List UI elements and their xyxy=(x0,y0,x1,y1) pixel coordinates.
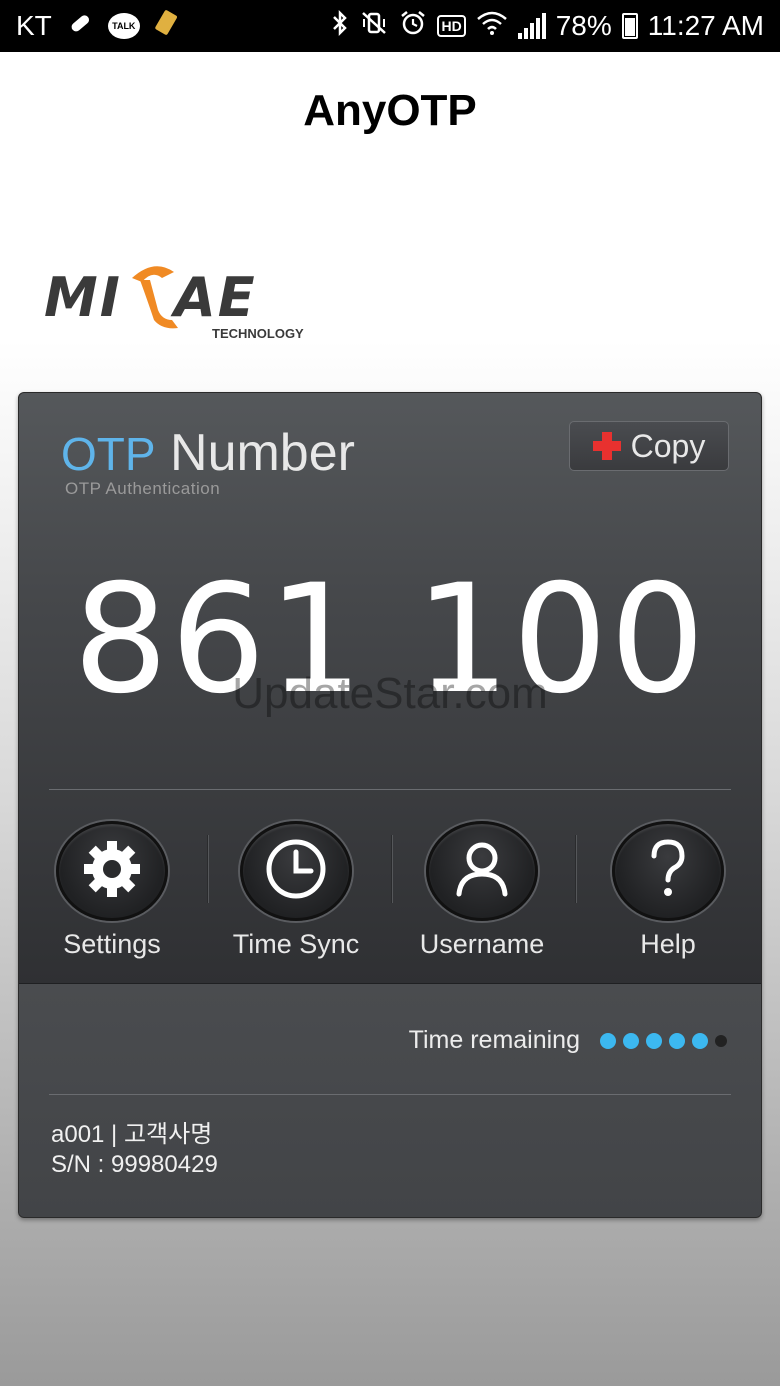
timer-dot-active xyxy=(646,1032,662,1049)
action-bar: Settings Time Sync Username Help xyxy=(19,821,761,971)
plus-icon xyxy=(592,432,621,460)
account-serial: S/N : 99980429 xyxy=(51,1151,218,1178)
time-remaining: Time remaining xyxy=(409,1026,727,1055)
wifi-icon xyxy=(476,9,508,44)
status-bar: KT TALK HD 78% 11:27 AM xyxy=(0,0,780,52)
battery-percent: 78% xyxy=(555,10,612,41)
time-remaining-dots xyxy=(600,1032,727,1049)
mirae-logo: MI AE TECHNOLOGY xyxy=(44,258,304,344)
vibrate-mute-icon xyxy=(359,9,389,44)
timer-dot-active xyxy=(692,1032,708,1049)
help-circle[interactable] xyxy=(612,821,724,921)
username-label: Username xyxy=(419,929,545,959)
settings-circle[interactable] xyxy=(56,821,168,921)
clock-time: 11:27 AM xyxy=(647,10,764,41)
divider xyxy=(49,1094,731,1095)
svg-text:TECHNOLOGY: TECHNOLOGY xyxy=(212,326,304,341)
otp-panel: OTP Number OTP Authentication Copy 861 1… xyxy=(18,392,762,1218)
otp-panel-top: OTP Number OTP Authentication Copy 861 1… xyxy=(19,393,761,983)
time-sync-label: Time Sync xyxy=(232,929,360,959)
settings-button[interactable]: Settings xyxy=(19,821,205,960)
otp-title-main: Number xyxy=(170,424,355,482)
svg-text:MI: MI xyxy=(44,266,122,329)
timer-dot-active xyxy=(669,1032,685,1049)
svg-text:AE: AE xyxy=(170,266,257,329)
gear-icon xyxy=(80,837,144,906)
app-title: AnyOTP xyxy=(303,86,477,135)
username-circle[interactable] xyxy=(426,821,538,921)
time-remaining-label: Time remaining xyxy=(408,1026,580,1054)
timer-dot-inactive xyxy=(715,1034,727,1047)
account-info: a001 | 고객사명 S/N : 99980429 xyxy=(51,1120,218,1180)
hd-icon: HD xyxy=(437,15,466,37)
kakaotalk-icon: TALK xyxy=(107,13,140,39)
bluetooth-icon xyxy=(331,9,349,44)
status-bar-right: HD 78% 11:27 AM xyxy=(331,9,764,44)
signal-icon xyxy=(517,13,546,39)
help-label: Help xyxy=(640,929,696,959)
copy-button[interactable]: Copy xyxy=(569,421,729,471)
time-sync-circle[interactable] xyxy=(240,821,352,921)
watermark: UpdateStar.com xyxy=(232,669,548,718)
divider xyxy=(49,789,731,790)
settings-label: Settings xyxy=(63,929,161,959)
clock-icon xyxy=(261,834,331,909)
time-sync-button[interactable]: Time Sync xyxy=(203,821,389,960)
otp-title-prefix: OTP xyxy=(61,428,156,480)
status-bar-left: KT TALK xyxy=(16,9,180,44)
timer-dot-active xyxy=(623,1032,639,1049)
user-icon xyxy=(447,834,517,909)
battery-icon xyxy=(621,13,638,39)
pill-icon xyxy=(66,9,94,44)
otp-subtitle: OTP Authentication xyxy=(65,479,221,498)
carrier-label: KT xyxy=(16,10,52,41)
account-user: a001 | 고객사명 xyxy=(51,1121,213,1148)
copy-button-label: Copy xyxy=(630,427,706,464)
otp-title: OTP Number xyxy=(61,423,355,484)
username-button[interactable]: Username xyxy=(389,821,575,960)
ticket-icon xyxy=(154,9,180,44)
alarm-icon xyxy=(399,9,427,44)
otp-panel-bottom: Time remaining a001 | 고객사명 S/N : 9998042… xyxy=(19,983,761,1217)
question-icon xyxy=(638,834,698,909)
help-button[interactable]: Help xyxy=(575,821,761,960)
timer-dot-active xyxy=(600,1032,616,1049)
